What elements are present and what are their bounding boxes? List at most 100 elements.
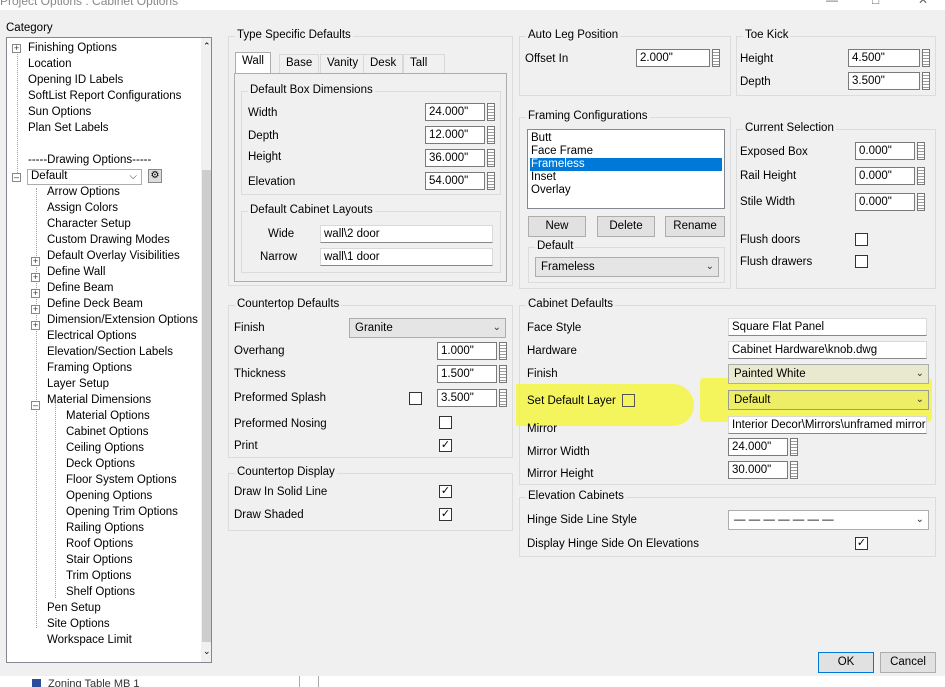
tree-item[interactable]: Workspace Limit bbox=[47, 633, 132, 647]
tree-item[interactable]: Opening Options bbox=[66, 489, 152, 503]
width-input[interactable]: 24.000" bbox=[425, 103, 485, 121]
cabinet-finish-combo[interactable]: Painted White ⌄ bbox=[728, 364, 929, 384]
drawing-defaults-combo[interactable]: Default ⌵ bbox=[27, 169, 142, 185]
display-hinge-side-checkbox[interactable]: ✓ bbox=[855, 537, 868, 550]
scroll-up-icon[interactable]: ⌃ bbox=[203, 41, 211, 52]
tab-base[interactable]: Base bbox=[279, 54, 320, 73]
tree-item[interactable]: Arrow Options bbox=[47, 185, 120, 199]
expand-icon[interactable]: + bbox=[31, 305, 40, 314]
tree-item[interactable]: Shelf Options bbox=[66, 585, 135, 599]
scroll-thumb[interactable] bbox=[202, 170, 211, 642]
calculator-icon[interactable] bbox=[499, 365, 507, 383]
tree-item[interactable]: Assign Colors bbox=[47, 201, 118, 215]
close-icon[interactable]: ✕ bbox=[918, 0, 928, 7]
tree-item[interactable]: Site Options bbox=[47, 617, 110, 631]
tree-scrollbar[interactable]: ⌃ ⌄ bbox=[201, 38, 211, 662]
expand-icon[interactable]: + bbox=[31, 273, 40, 282]
tree-item[interactable]: Stair Options bbox=[66, 553, 132, 567]
ok-button[interactable]: OK bbox=[818, 652, 874, 673]
tree-item[interactable]: Railing Options bbox=[66, 521, 144, 535]
tree-item[interactable]: Trim Options bbox=[66, 569, 131, 583]
tree-item[interactable]: Custom Drawing Modes bbox=[47, 233, 170, 247]
tab-desk[interactable]: Desk bbox=[363, 54, 404, 73]
tree-item[interactable]: Roof Options bbox=[66, 537, 133, 551]
calculator-icon[interactable] bbox=[917, 167, 925, 185]
tree-item[interactable]: Plan Set Labels bbox=[28, 121, 109, 135]
expand-icon[interactable]: + bbox=[31, 321, 40, 330]
preformed-nosing-checkbox[interactable] bbox=[439, 416, 452, 429]
calculator-icon[interactable] bbox=[790, 461, 798, 479]
calculator-icon[interactable] bbox=[922, 72, 930, 90]
flush-doors-checkbox[interactable] bbox=[855, 233, 868, 246]
tree-item[interactable]: Define Deck Beam bbox=[47, 297, 143, 311]
list-item[interactable]: Inset bbox=[530, 171, 557, 184]
calculator-icon[interactable] bbox=[712, 49, 720, 67]
countertop-finish-combo[interactable]: Granite ⌄ bbox=[349, 318, 506, 338]
tree-item[interactable]: Material Dimensions bbox=[47, 393, 151, 407]
tree-item-selected[interactable]: Cabinet Options bbox=[66, 425, 148, 439]
tree-item[interactable]: Opening ID Labels bbox=[28, 73, 123, 87]
tree-item[interactable]: Layer Setup bbox=[47, 377, 109, 391]
calculator-icon[interactable] bbox=[487, 172, 495, 190]
depth-input[interactable]: 12.000" bbox=[425, 126, 485, 144]
flush-drawers-checkbox[interactable] bbox=[855, 255, 868, 268]
rail-height-input[interactable]: 0.000" bbox=[855, 167, 915, 185]
default-layer-combo[interactable]: Default ⌄ bbox=[728, 390, 929, 410]
draw-solid-line-checkbox[interactable]: ✓ bbox=[439, 485, 452, 498]
tree-item[interactable]: Ceiling Options bbox=[66, 441, 144, 455]
maximize-icon[interactable]: □ bbox=[872, 0, 879, 7]
tree-item[interactable]: Finishing Options bbox=[28, 41, 117, 55]
list-item[interactable]: Face Frame bbox=[530, 145, 594, 158]
exposed-box-input[interactable]: 0.000" bbox=[855, 142, 915, 160]
tree-item[interactable]: SoftList Report Configurations bbox=[28, 89, 181, 103]
calculator-icon[interactable] bbox=[499, 389, 507, 407]
tree-item[interactable]: Material Options bbox=[66, 409, 150, 423]
splash-input[interactable]: 3.500" bbox=[437, 389, 497, 407]
cancel-button[interactable]: Cancel bbox=[880, 652, 936, 673]
tree-item[interactable]: Opening Trim Options bbox=[66, 505, 178, 519]
tree-item[interactable]: Electrical Options bbox=[47, 329, 136, 343]
tree-item[interactable]: Pen Setup bbox=[47, 601, 101, 615]
tree-item[interactable]: Deck Options bbox=[66, 457, 135, 471]
calculator-icon[interactable] bbox=[917, 142, 925, 160]
calculator-icon[interactable] bbox=[487, 126, 495, 144]
tab-vanity[interactable]: Vanity bbox=[320, 54, 366, 73]
list-item[interactable]: Overlay bbox=[530, 184, 572, 197]
calculator-icon[interactable] bbox=[487, 149, 495, 167]
scroll-down-icon[interactable]: ⌄ bbox=[203, 646, 211, 657]
framing-default-combo[interactable]: Frameless ⌄ bbox=[535, 257, 719, 277]
calculator-icon[interactable] bbox=[922, 49, 930, 67]
narrow-layout-input[interactable]: wall\1 door bbox=[320, 248, 493, 266]
wide-layout-input[interactable]: wall\2 door bbox=[320, 225, 493, 243]
tree-item[interactable]: Elevation/Section Labels bbox=[47, 345, 173, 359]
draw-shaded-checkbox[interactable]: ✓ bbox=[439, 508, 452, 521]
hardware-input[interactable]: Cabinet Hardware\knob.dwg bbox=[728, 341, 927, 359]
tree-item[interactable]: Dimension/Extension Options bbox=[47, 313, 198, 327]
tree-item[interactable]: Framing Options bbox=[47, 361, 132, 375]
tree-item[interactable]: Location bbox=[28, 57, 71, 71]
expand-icon[interactable]: + bbox=[31, 257, 40, 266]
list-item-selected[interactable]: Frameless bbox=[530, 158, 722, 171]
face-style-input[interactable]: Square Flat Panel bbox=[728, 318, 927, 336]
gear-icon[interactable]: ⚙ bbox=[148, 169, 162, 183]
print-checkbox[interactable]: ✓ bbox=[439, 439, 452, 452]
mirror-input[interactable]: Interior Decor\Mirrors\unframed mirror bbox=[728, 416, 927, 434]
calculator-icon[interactable] bbox=[917, 193, 925, 211]
stile-width-input[interactable]: 0.000" bbox=[855, 193, 915, 211]
expand-icon[interactable]: + bbox=[31, 289, 40, 298]
framing-list[interactable]: Butt Face Frame Frameless Inset Overlay bbox=[527, 129, 725, 209]
tree-item[interactable]: Define Wall bbox=[47, 265, 105, 279]
overhang-input[interactable]: 1.000" bbox=[437, 342, 497, 360]
calculator-icon[interactable] bbox=[790, 438, 798, 456]
list-item[interactable]: Butt bbox=[530, 132, 552, 145]
calculator-icon[interactable] bbox=[487, 103, 495, 121]
hinge-line-style-combo[interactable]: — — — — — — — ⌄ bbox=[728, 510, 929, 530]
minimize-icon[interactable]: — bbox=[826, 0, 838, 7]
rename-button[interactable]: Rename bbox=[665, 216, 725, 237]
tree-item[interactable]: Floor System Options bbox=[66, 473, 177, 487]
set-default-layer-checkbox[interactable] bbox=[622, 394, 635, 407]
expand-icon[interactable]: + bbox=[12, 44, 21, 53]
elevation-input[interactable]: 54.000" bbox=[425, 172, 485, 190]
offset-in-input[interactable]: 2.000" bbox=[636, 49, 710, 67]
tab-tall[interactable]: Tall bbox=[403, 54, 445, 73]
